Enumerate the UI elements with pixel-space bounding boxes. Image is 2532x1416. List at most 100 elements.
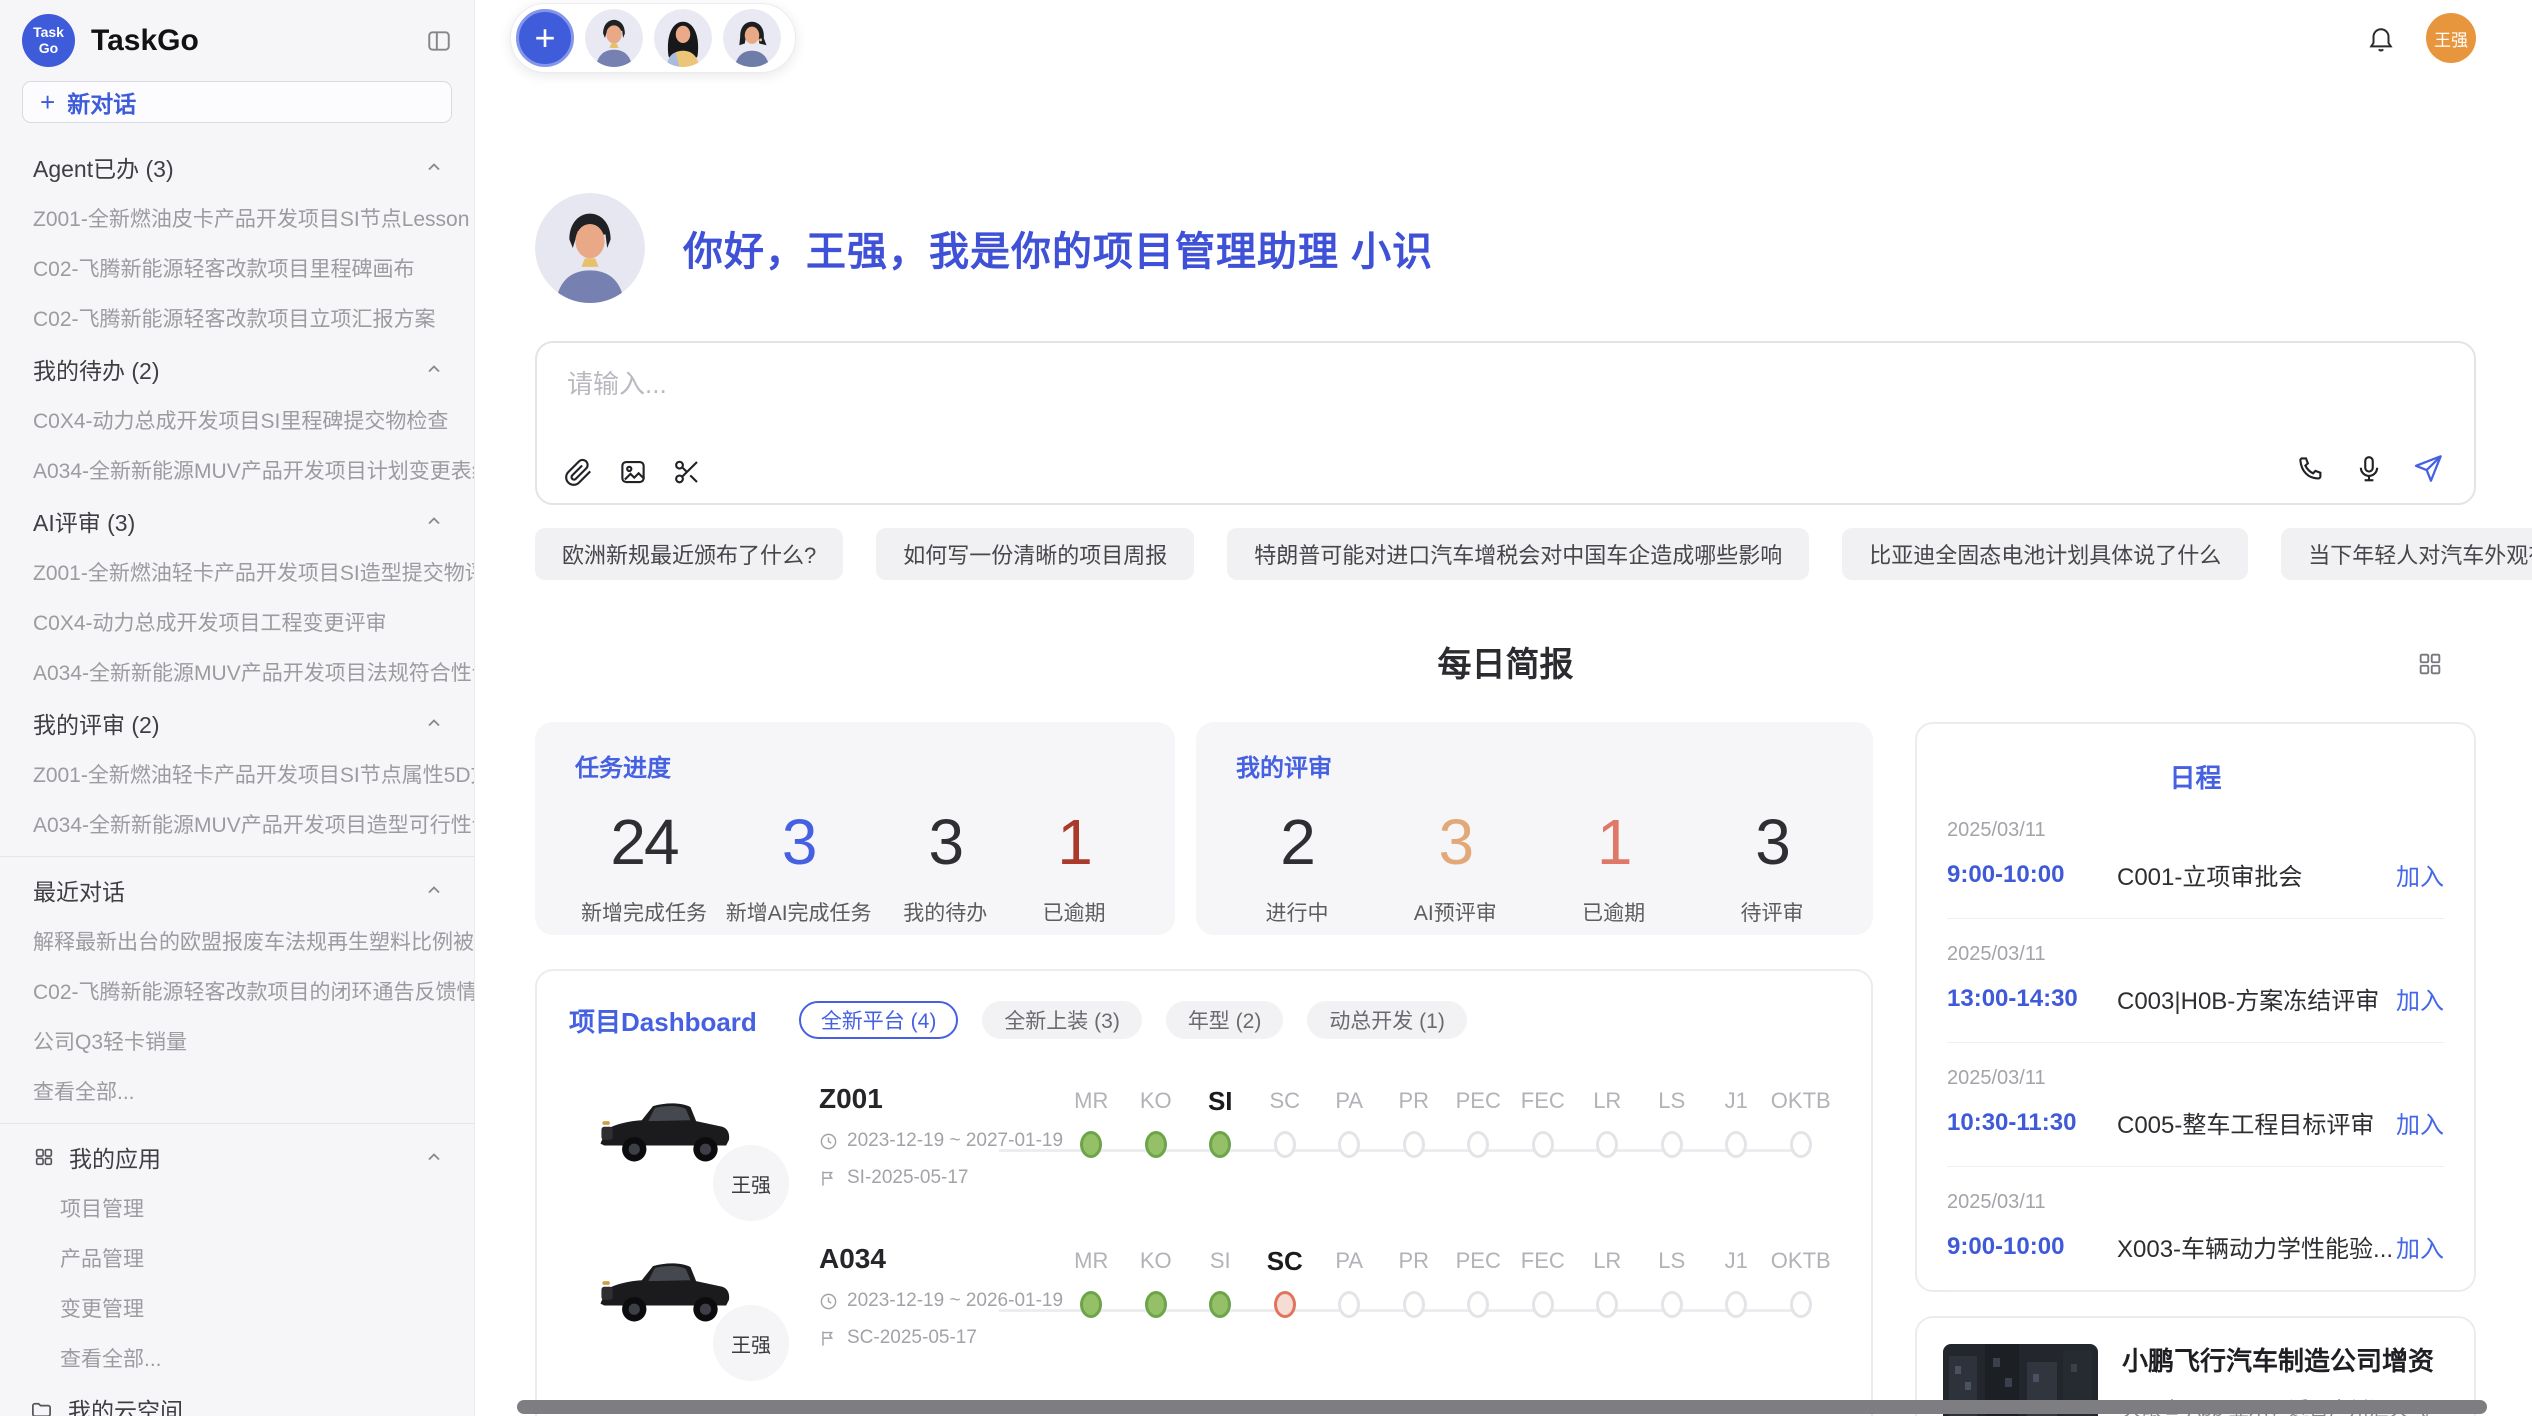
chevron-up-icon bbox=[424, 511, 444, 531]
section-header-my-todo[interactable]: 我的待办 (2) bbox=[0, 343, 474, 395]
stat: 3 待评审 bbox=[1717, 805, 1827, 927]
milestone-sc: SC bbox=[1253, 1085, 1318, 1158]
recent-conversation[interactable]: 公司Q3轻卡销量 bbox=[0, 1016, 474, 1066]
avatar-contact-3[interactable] bbox=[723, 9, 781, 67]
sidebar-collapse-icon[interactable] bbox=[426, 28, 452, 54]
avatar-contact-1[interactable] bbox=[585, 9, 643, 67]
stat-value: 1 bbox=[1559, 805, 1669, 879]
schedule-item[interactable]: 2025/03/11 13:00-14:30 C003|H0B-方案冻结评审 加… bbox=[1947, 919, 2444, 1043]
schedule-time: 10:30-11:30 bbox=[1947, 1109, 2117, 1137]
milestone-si: SI bbox=[1188, 1085, 1253, 1158]
tab-year-model[interactable]: 年型 (2) bbox=[1166, 1001, 1284, 1039]
layout-grid-icon[interactable] bbox=[2416, 650, 2444, 678]
schedule-item[interactable]: 2025/03/11 9:00-10:00 C001-立项审批会 加入 bbox=[1947, 795, 2444, 919]
section-header-my-review[interactable]: 我的评审 (2) bbox=[0, 697, 474, 749]
horizontal-scrollbar[interactable] bbox=[517, 1400, 2487, 1414]
conversation-item[interactable]: C02-飞腾新能源轻客改款项目里程碑画布 bbox=[0, 243, 474, 293]
milestone-pr: PR bbox=[1382, 1245, 1447, 1318]
review-item[interactable]: Z001-全新燃油轻卡产品开发项目SI造型提交物评审 bbox=[0, 547, 474, 597]
message-composer bbox=[535, 341, 2476, 505]
project-row[interactable]: 王强 Z001 2023-12-19 ~ 2027-01-19 SI-2025-… bbox=[537, 1039, 1871, 1199]
milestone-mr: MR bbox=[1059, 1085, 1124, 1158]
stat: 1 已逾期 bbox=[1019, 805, 1129, 927]
message-input[interactable] bbox=[567, 369, 1881, 400]
user-avatar[interactable]: 王强 bbox=[2426, 13, 2476, 63]
tab-powertrain[interactable]: 动总开发 (1) bbox=[1307, 1001, 1467, 1039]
cloud-folder-icon bbox=[30, 1398, 53, 1416]
milestone-dot bbox=[1274, 1131, 1296, 1158]
schedule-item[interactable]: 2025/03/11 9:00-10:00 X003-车辆动力学性能验... 加… bbox=[1947, 1167, 2444, 1291]
logo-text-bottom: Go bbox=[39, 41, 58, 56]
schedule-date: 2025/03/11 bbox=[1947, 1067, 2444, 1090]
stat: 3 我的待办 bbox=[890, 805, 1000, 927]
review-item[interactable]: A034-全新新能源MUV产品开发项目法规符合性评审 bbox=[0, 647, 474, 697]
composer-right-icons bbox=[2296, 453, 2444, 485]
review-item[interactable]: C0X4-动力总成开发项目工程变更评审 bbox=[0, 597, 474, 647]
schedule-name: C003|H0B-方案冻结评审 bbox=[2117, 981, 2396, 1016]
suggestion-chip[interactable]: 当下年轻人对汽车外观有怎样的喜好趋势 bbox=[2281, 528, 2532, 580]
review-item[interactable]: Z001-全新燃油轻卡产品开发项目SI节点属性5D文件评审 bbox=[0, 749, 474, 799]
app-item-change-mgmt[interactable]: 变更管理 bbox=[0, 1283, 474, 1333]
app-item-project-mgmt[interactable]: 项目管理 bbox=[0, 1183, 474, 1233]
milestone-dot bbox=[1725, 1131, 1747, 1158]
schedule-item[interactable]: 2025/03/11 10:30-11:30 C005-整车工程目标评审 加入 bbox=[1947, 1043, 2444, 1167]
milestone-pec: PEC bbox=[1446, 1085, 1511, 1158]
milestone-dot bbox=[1596, 1291, 1618, 1318]
milestone-dot bbox=[1725, 1291, 1747, 1318]
send-icon[interactable] bbox=[2412, 453, 2444, 485]
stat: 2 进行中 bbox=[1242, 805, 1352, 927]
suggestion-chip[interactable]: 欧洲新规最近颁布了什么? bbox=[535, 528, 843, 580]
tab-new-body[interactable]: 全新上装 (3) bbox=[982, 1001, 1142, 1039]
plus-icon: + bbox=[40, 87, 55, 118]
phone-icon[interactable] bbox=[2296, 454, 2326, 484]
section-header-ai-review[interactable]: AI评审 (3) bbox=[0, 495, 474, 547]
suggestion-chip[interactable]: 如何写一份清晰的项目周报 bbox=[876, 528, 1194, 580]
image-icon[interactable] bbox=[618, 457, 648, 487]
recent-conversation[interactable]: C02-飞腾新能源轻客改款项目的闭环通告反馈情况 bbox=[0, 966, 474, 1016]
daily-briefing-header: 每日简报 bbox=[535, 642, 2476, 688]
user-name: 王强 bbox=[2434, 26, 2468, 51]
new-chat-button[interactable]: + 新对话 bbox=[22, 81, 452, 123]
join-link[interactable]: 加入 bbox=[2396, 981, 2444, 1016]
stat: 24 新增完成任务 bbox=[581, 805, 707, 927]
todo-item[interactable]: A034-全新新能源MUV产品开发项目计划变更表编写 bbox=[0, 445, 474, 495]
view-all-apps[interactable]: 查看全部... bbox=[0, 1333, 474, 1383]
notification-bell-icon[interactable] bbox=[2366, 23, 2396, 53]
avatar-contact-2[interactable] bbox=[654, 9, 712, 67]
stat-value: 2 bbox=[1242, 805, 1352, 879]
paperclip-icon[interactable] bbox=[564, 457, 594, 487]
section-header-agent-done[interactable]: Agent已办 (3) bbox=[0, 141, 474, 193]
suggestion-chip[interactable]: 特朗普可能对进口汽车增税会对中国车企造成哪些影响 bbox=[1227, 528, 1809, 580]
recent-conversation[interactable]: 解释最新出台的欧盟报废车法规再生塑料比例被调至15%... bbox=[0, 916, 474, 966]
join-link[interactable]: 加入 bbox=[2396, 1229, 2444, 1264]
section-header-recent[interactable]: 最近对话 bbox=[0, 864, 474, 916]
conversation-item[interactable]: C02-飞腾新能源轻客改款项目立项汇报方案 bbox=[0, 293, 474, 343]
stat-value: 24 bbox=[581, 805, 707, 879]
app-item-product-mgmt[interactable]: 产品管理 bbox=[0, 1233, 474, 1283]
scissors-icon[interactable] bbox=[672, 457, 702, 487]
microphone-icon[interactable] bbox=[2354, 454, 2384, 484]
project-owner-badge: 王强 bbox=[713, 1305, 789, 1381]
conversation-item[interactable]: Z001-全新燃油皮卡产品开发项目SI节点Lesson Learn报告 bbox=[0, 193, 474, 243]
project-info: A034 2023-12-19 ~ 2026-01-19 SC-2025-05-… bbox=[819, 1243, 1059, 1349]
main-area: + 王强 你好，王强，我是你的项目管理助理 小识 bbox=[475, 0, 2532, 1416]
milestone-dot bbox=[1596, 1131, 1618, 1158]
join-link[interactable]: 加入 bbox=[2396, 1105, 2444, 1140]
section-header-my-apps[interactable]: 我的应用 bbox=[0, 1131, 474, 1183]
add-contact-button[interactable]: + bbox=[516, 9, 574, 67]
milestone-pec: PEC bbox=[1446, 1245, 1511, 1318]
schedule-date: 2025/03/11 bbox=[1947, 943, 2444, 966]
view-all-conversations[interactable]: 查看全部... bbox=[0, 1066, 474, 1116]
join-link[interactable]: 加入 bbox=[2396, 857, 2444, 892]
review-item[interactable]: A034-全新新能源MUV产品开发项目造型可行性评审 bbox=[0, 799, 474, 849]
sidebar-item-cloud-space[interactable]: 我的云空间 bbox=[0, 1383, 474, 1416]
stat: 3 新增AI完成任务 bbox=[726, 805, 872, 927]
tab-new-platform[interactable]: 全新平台 (4) bbox=[799, 1001, 959, 1039]
suggestion-chip[interactable]: 比亚迪全固态电池计划具体说了什么 bbox=[1842, 528, 2248, 580]
todo-item[interactable]: C0X4-动力总成开发项目SI里程碑提交物检查 bbox=[0, 395, 474, 445]
stat-label: 新增完成任务 bbox=[581, 897, 707, 927]
project-row[interactable]: 王强 A034 2023-12-19 ~ 2026-01-19 SC-2025-… bbox=[537, 1199, 1871, 1359]
sidebar: Task Go TaskGo + 新对话 Agent已办 (3) Z001-全新… bbox=[0, 0, 475, 1416]
section-title: 我的待办 (2) bbox=[33, 352, 160, 386]
milestone-pa: PA bbox=[1317, 1085, 1382, 1158]
